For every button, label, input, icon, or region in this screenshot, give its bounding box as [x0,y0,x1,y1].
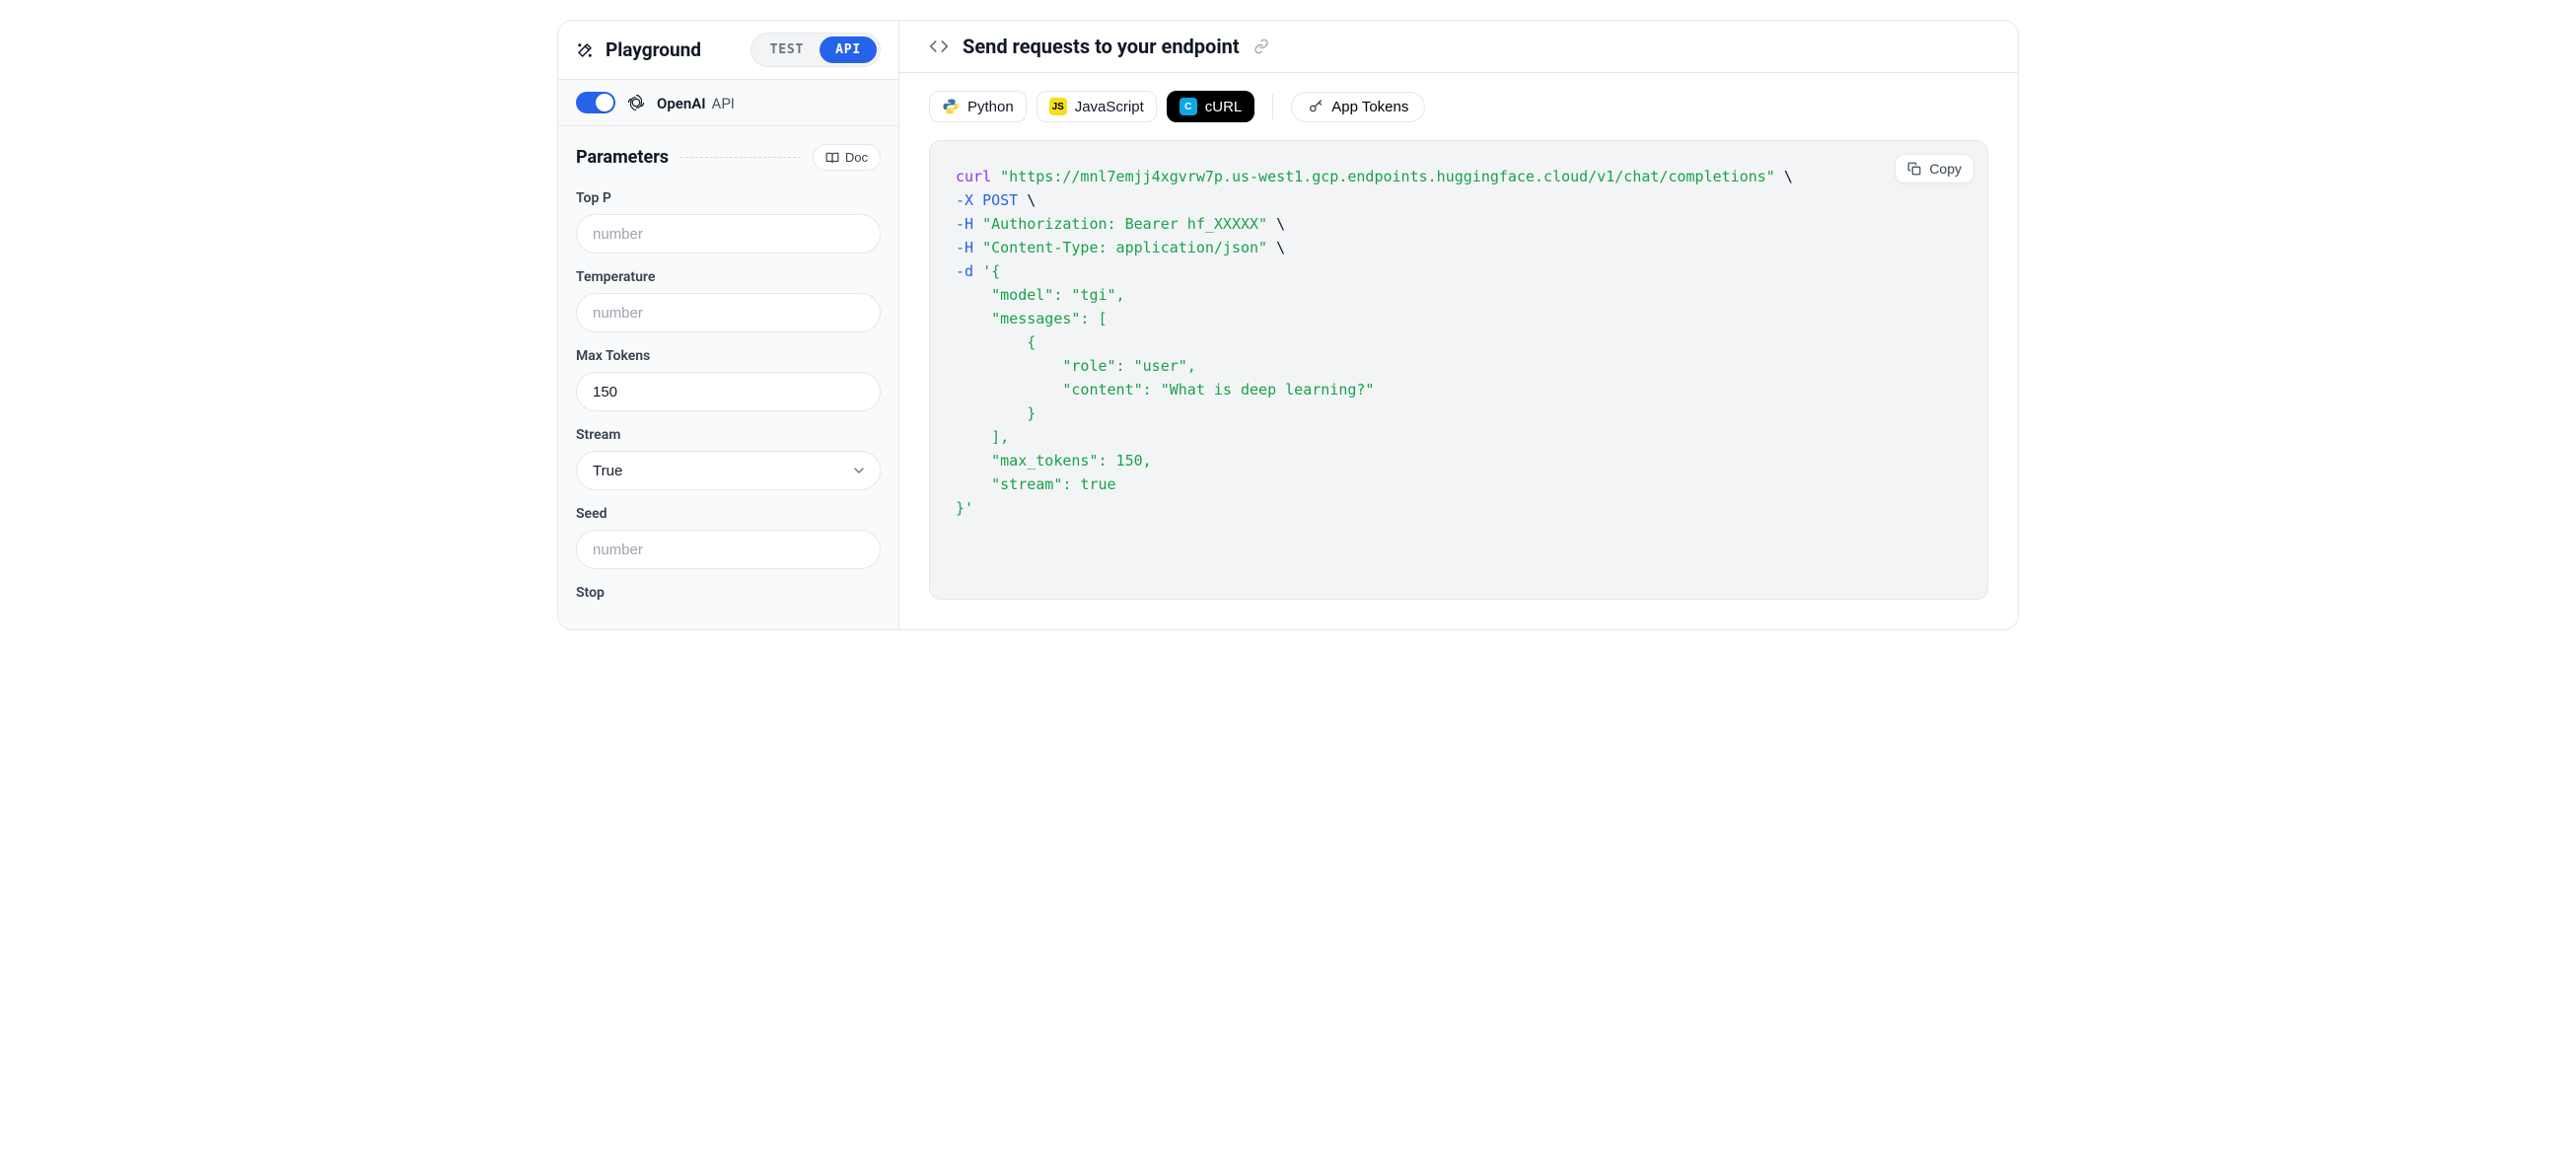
mode-switch-api[interactable]: API [820,36,877,63]
field-stream: Stream True [568,419,889,498]
python-icon [942,98,960,115]
book-icon [825,151,839,165]
tab-curl[interactable]: C cURL [1167,91,1255,122]
tab-javascript-label: JavaScript [1075,99,1144,115]
wand-icon [576,41,594,59]
copy-button[interactable]: Copy [1895,154,1974,183]
code-snippet[interactable]: curl "https://mnl7emjj4xgvrw7p.us-west1.… [929,140,1988,600]
label-seed: Seed [576,506,881,522]
tab-curl-label: cURL [1205,99,1243,115]
label-top-p: Top P [576,190,881,206]
playground-panel: Playground TEST API OpenAI API [557,20,2019,630]
input-max-tokens[interactable] [576,372,881,411]
field-temperature: Temperature [568,261,889,340]
content-header: Send requests to your endpoint [899,21,2018,73]
api-provider-row: OpenAI API [558,80,898,126]
label-stream: Stream [576,427,881,443]
page-title: Send requests to your endpoint [963,35,1240,58]
label-max-tokens: Max Tokens [576,348,881,364]
mode-switch: TEST API [751,33,881,67]
openai-icon [627,94,645,111]
parameters-fields: Top P Temperature Max Tokens [558,177,898,626]
sidebar-title: Playground [606,38,701,61]
copy-icon [1907,162,1921,176]
doc-button-label: Doc [845,150,868,165]
app-tokens-label: App Tokens [1331,99,1408,115]
field-max-tokens: Max Tokens [568,340,889,419]
label-temperature: Temperature [576,269,881,285]
field-top-p: Top P [568,182,889,261]
content-toolbar: Python JS JavaScript C cURL [899,73,2018,140]
code-text: curl "https://mnl7emjj4xgvrw7p.us-west1.… [956,165,1962,520]
parameters-title: Parameters [576,147,669,168]
key-icon [1308,99,1324,114]
input-top-p[interactable] [576,214,881,254]
select-stream[interactable]: True [576,451,881,490]
doc-button[interactable]: Doc [813,144,881,171]
tab-javascript[interactable]: JS JavaScript [1037,91,1157,122]
copy-button-label: Copy [1929,161,1962,177]
input-temperature[interactable] [576,293,881,332]
tab-python[interactable]: Python [929,91,1027,122]
curl-icon: C [1180,98,1197,115]
label-stop: Stop [576,585,881,601]
divider [680,157,801,158]
input-seed[interactable] [576,530,881,569]
field-seed: Seed [568,498,889,577]
parameters-header: Parameters Doc [558,126,898,177]
api-provider-toggle[interactable] [576,92,615,113]
tab-python-label: Python [967,99,1014,115]
api-provider-suffix: API [712,95,735,112]
mode-switch-test[interactable]: TEST [754,36,821,63]
api-provider-name: OpenAI [657,95,706,112]
content: Send requests to your endpoint [899,21,2018,629]
sidebar-header: Playground TEST API [558,21,898,80]
language-tabs: Python JS JavaScript C cURL [929,91,1254,122]
field-stop: Stop [568,577,889,609]
javascript-icon: JS [1049,98,1067,115]
code-snippet-container: Copy curl "https://mnl7emjj4xgvrw7p.us-w… [929,140,1988,600]
code-icon [929,36,949,56]
divider [1272,94,1273,119]
link-icon[interactable] [1253,38,1269,54]
app-tokens-button[interactable]: App Tokens [1291,92,1425,122]
sidebar: Playground TEST API OpenAI API [558,21,899,629]
